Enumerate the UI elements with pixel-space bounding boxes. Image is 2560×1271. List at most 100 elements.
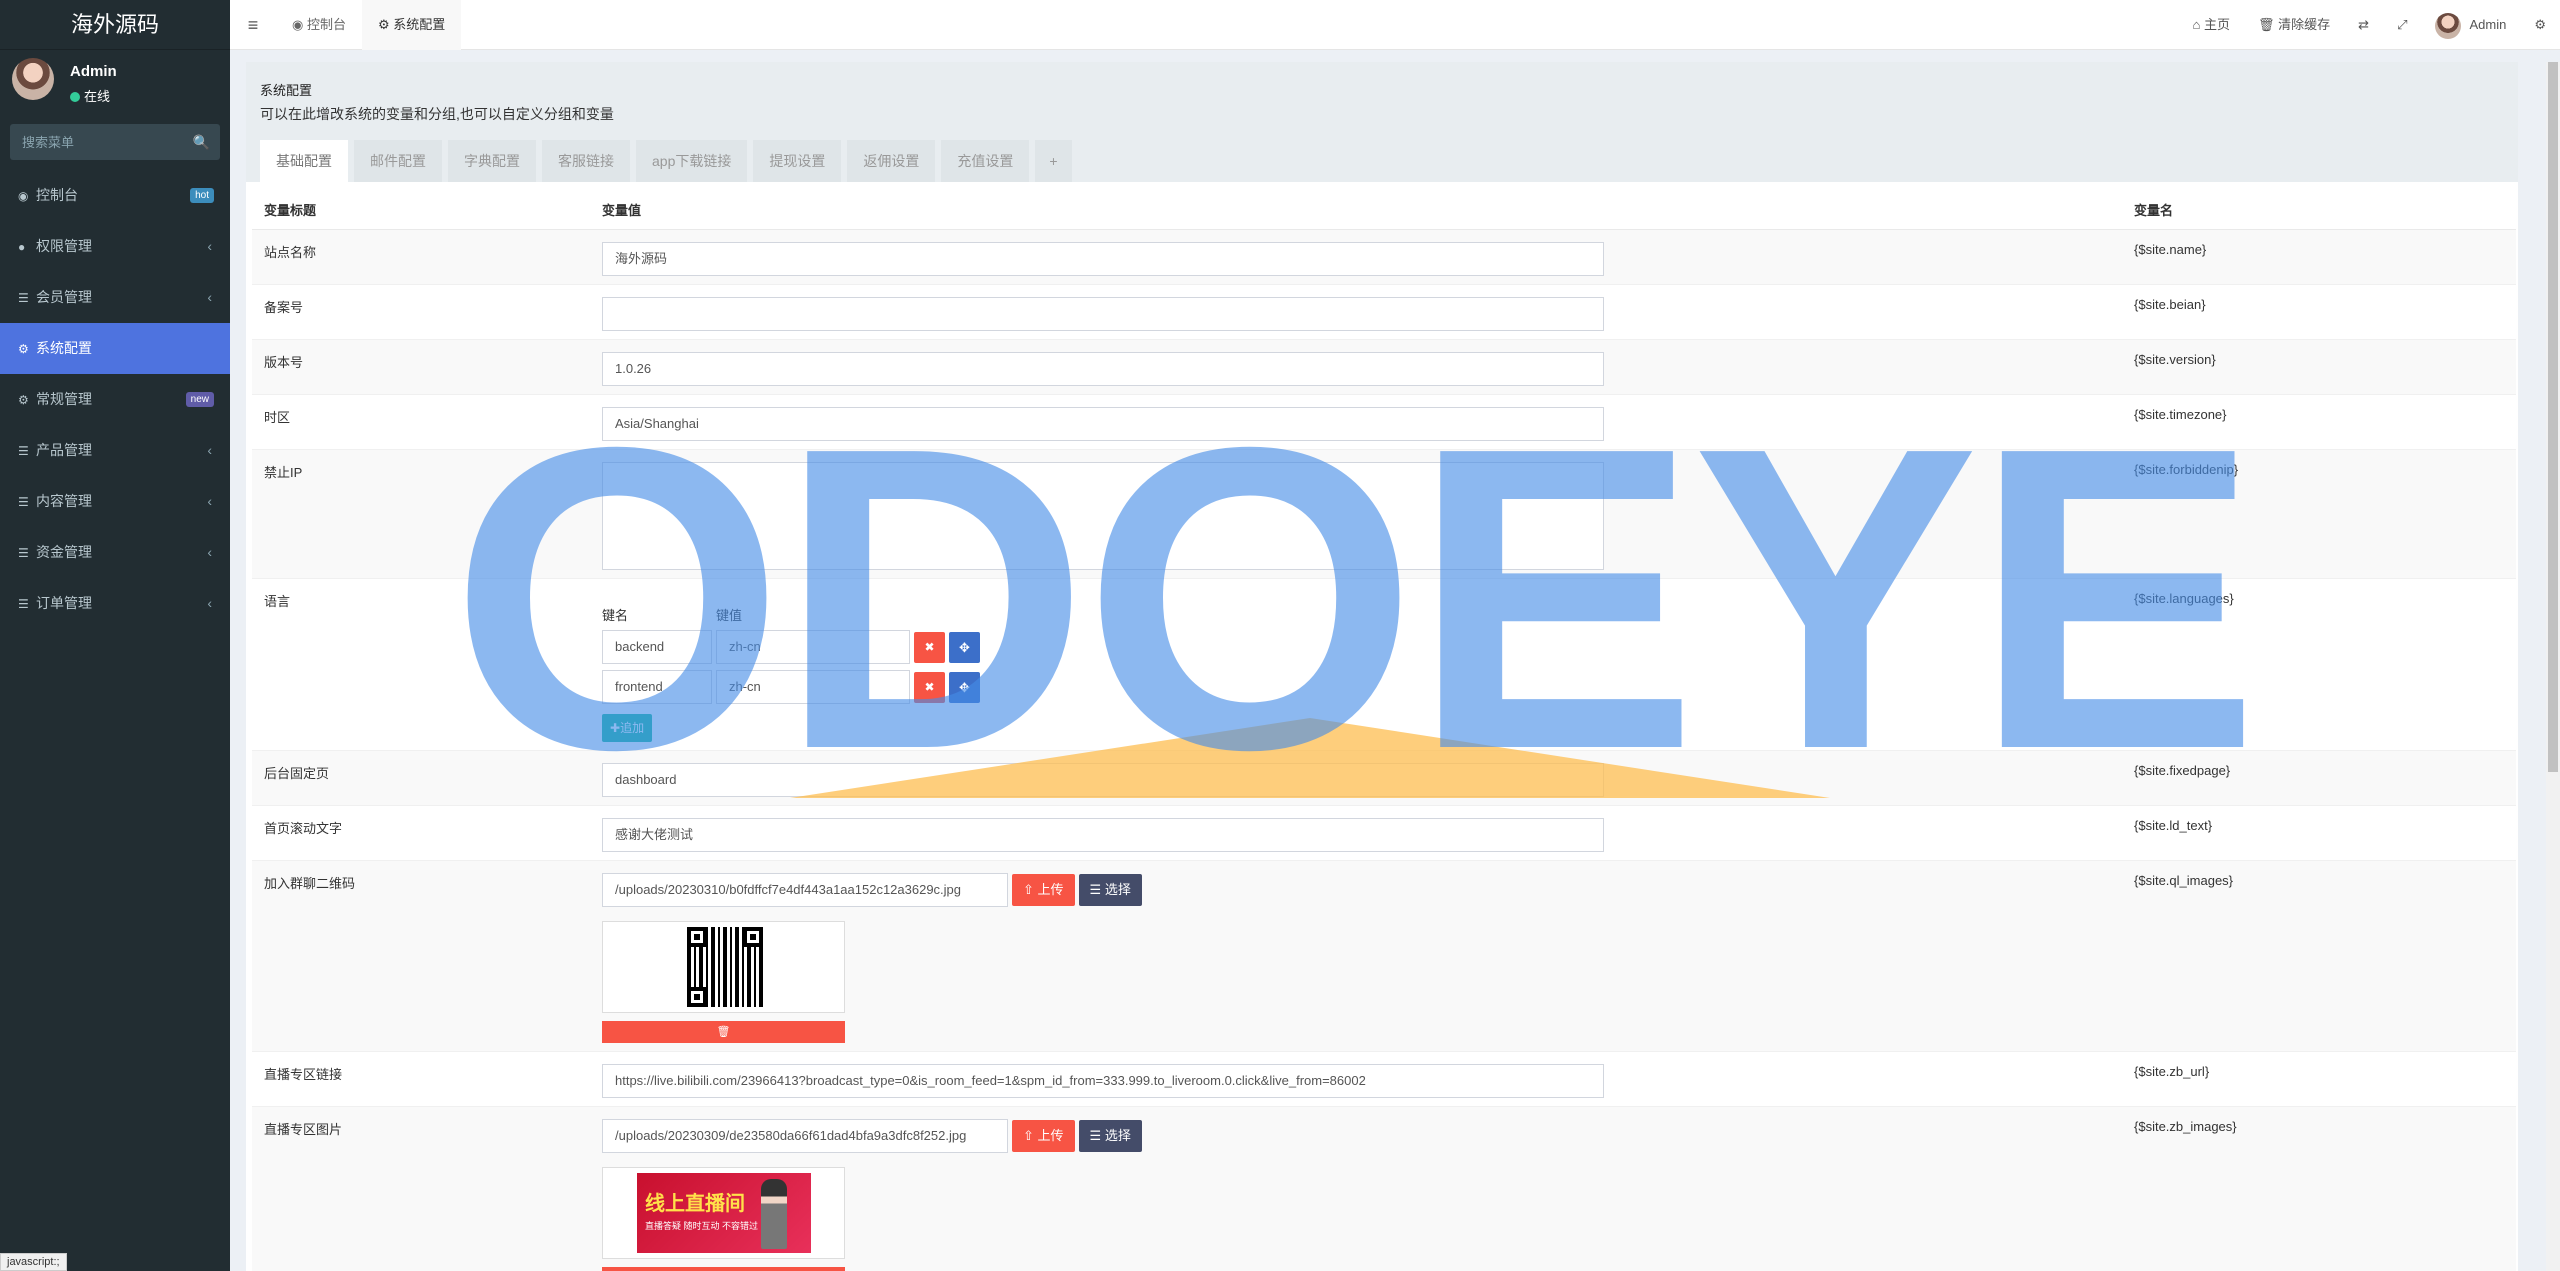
- var-name: {$site.name}: [2122, 229, 2516, 285]
- key-header: 键名: [602, 608, 629, 623]
- version-input[interactable]: 1.0.26: [602, 352, 1604, 386]
- config-tabs: 基础配置 邮件配置 字典配置 客服链接 app下载链接 提现设置 返佣设置 充值…: [260, 140, 2504, 182]
- avatar: [2435, 12, 2462, 39]
- tab-service-link[interactable]: 客服链接: [542, 140, 630, 182]
- brand-logo[interactable]: 海外源码: [0, 0, 230, 50]
- avatar: [12, 58, 54, 100]
- list-icon: ☰: [1089, 882, 1105, 897]
- gear-icon: ⚙: [377, 17, 394, 32]
- header-value: 变量值: [590, 190, 2122, 230]
- add-tab-button[interactable]: +: [1035, 140, 1072, 182]
- user-menu[interactable]: Admin: [2421, 0, 2520, 50]
- list-icon: ☰: [18, 546, 29, 560]
- qr-image-preview[interactable]: [602, 921, 845, 1013]
- table-row: 语言 键名 键值 backend zh-cn ✖ ✥ frontend zh-c…: [252, 578, 2516, 751]
- row-label: 备案号: [252, 284, 590, 340]
- tab-app-download[interactable]: app下载链接: [636, 140, 748, 182]
- beian-input[interactable]: [602, 297, 1604, 331]
- chevron-left-icon: ‹: [207, 442, 212, 458]
- value-input[interactable]: zh-cn: [716, 670, 910, 704]
- sidebar-item-products[interactable]: ☰ 产品管理 ‹: [0, 425, 230, 476]
- delete-image-button[interactable]: 🗑: [602, 1267, 845, 1271]
- presenter-figure: [761, 1179, 787, 1249]
- settings-icon[interactable]: ⚙: [2520, 0, 2560, 50]
- sidebar-item-general[interactable]: ⚙ 常规管理 new: [0, 374, 230, 425]
- tab-basic[interactable]: 基础配置: [260, 140, 348, 182]
- tab-email[interactable]: 邮件配置: [354, 140, 442, 182]
- append-button[interactable]: ✚追加: [602, 714, 653, 742]
- banner-title: 线上直播间: [645, 1193, 745, 1215]
- var-name: {$site.timezone}: [2122, 394, 2516, 450]
- kv-row: frontend zh-cn ✖ ✥: [602, 670, 2110, 704]
- live-image-preview[interactable]: 线上直播间 直播答疑 随时互动 不容错过: [602, 1167, 845, 1259]
- sidebar-item-config[interactable]: ⚙ 系统配置: [0, 323, 230, 374]
- qr-code-image: [687, 927, 763, 1007]
- row-label: 加入群聊二维码: [252, 860, 590, 1052]
- header-varname: 变量名: [2122, 190, 2516, 230]
- qr-image-path-input[interactable]: /uploads/20230310/b0fdffcf7e4df443a1aa15…: [602, 873, 1008, 907]
- nav-tab-config[interactable]: ⚙ 系统配置: [361, 0, 462, 50]
- table-row: 直播专区图片 /uploads/20230309/de23580da66f61d…: [252, 1106, 2516, 1271]
- browser-status-bar: javascript:;: [0, 1253, 67, 1271]
- sidebar-item-orders[interactable]: ☰ 订单管理 ‹: [0, 578, 230, 629]
- site-name-input[interactable]: 海外源码: [602, 242, 1604, 276]
- dashboard-icon: ◉: [292, 17, 307, 32]
- sidebar-menu: ◉ 控制台 hot ● 权限管理 ‹ ☰ 会员管理 ‹ ⚙ 系统配置 ⚙ 常规管理 new ☰ 产品…: [0, 170, 230, 629]
- drag-handle-icon[interactable]: ✥: [949, 631, 980, 663]
- drag-handle-icon[interactable]: ✥: [949, 671, 980, 703]
- forbidden-ip-textarea[interactable]: [602, 462, 1604, 570]
- menu-toggle-icon[interactable]: ≡: [230, 15, 276, 36]
- select-button[interactable]: ☰ 选择: [1078, 1120, 1142, 1152]
- page-scrollbar[interactable]: [2546, 62, 2560, 1271]
- home-link[interactable]: ⌂ 主页: [2179, 0, 2244, 50]
- home-icon: ⌂: [2192, 17, 2205, 32]
- kv-header: 键名 键值: [602, 605, 2110, 624]
- search-icon[interactable]: 🔍: [193, 134, 210, 151]
- value-input[interactable]: zh-cn: [716, 630, 910, 664]
- clear-cache-link[interactable]: 🗑 清除缓存: [2244, 0, 2344, 50]
- language-icon[interactable]: ⇄: [2344, 0, 2383, 50]
- nav-tab-dashboard[interactable]: ◉ 控制台: [276, 0, 362, 50]
- remove-row-button[interactable]: ✖: [914, 631, 945, 663]
- var-name: {$site.zb_url}: [2122, 1051, 2516, 1107]
- row-label: 后台固定页: [252, 750, 590, 806]
- sidebar-item-funds[interactable]: ☰ 资金管理 ‹: [0, 527, 230, 578]
- upload-button[interactable]: ⇧ 上传: [1012, 874, 1075, 906]
- scroll-text-input[interactable]: 感谢大佬测试: [602, 818, 1604, 852]
- sidebar-item-content[interactable]: ☰ 内容管理 ‹: [0, 476, 230, 527]
- file-row: /uploads/20230309/de23580da66f61dad4bfa9…: [602, 1119, 2110, 1153]
- sidebar-item-dashboard[interactable]: ◉ 控制台 hot: [0, 170, 230, 221]
- fullscreen-icon[interactable]: ⤢: [2383, 0, 2421, 50]
- plus-icon: ✚: [610, 721, 621, 735]
- menu-search-input[interactable]: [10, 124, 220, 160]
- delete-image-button[interactable]: 🗑: [602, 1021, 845, 1043]
- table-row: 站点名称 海外源码 {$site.name}: [252, 229, 2516, 285]
- value-header: 键值: [716, 608, 743, 623]
- chevron-left-icon: ‹: [207, 493, 212, 509]
- live-url-input[interactable]: https://live.bilibili.com/23966413?broad…: [602, 1064, 1604, 1098]
- fixedpage-input[interactable]: dashboard: [602, 763, 1604, 797]
- tab-withdraw[interactable]: 提现设置: [753, 140, 842, 182]
- select-button[interactable]: ☰ 选择: [1078, 874, 1142, 906]
- timezone-input[interactable]: Asia/Shanghai: [602, 407, 1604, 441]
- page-title: 系统配置: [260, 83, 313, 98]
- sidebar-item-auth[interactable]: ● 权限管理 ‹: [0, 221, 230, 272]
- scrollbar-thumb[interactable]: [2548, 62, 2558, 772]
- panel-heading: 系统配置 可以在此增改系统的变量和分组,也可以自定义分组和变量 基础配置 邮件配…: [246, 62, 2518, 182]
- key-input[interactable]: frontend: [602, 670, 712, 704]
- sidebar-item-members[interactable]: ☰ 会员管理 ‹: [0, 272, 230, 323]
- live-image-path-input[interactable]: /uploads/20230309/de23580da66f61dad4bfa9…: [602, 1119, 1008, 1153]
- tab-dictionary[interactable]: 字典配置: [448, 140, 536, 182]
- table-row: 禁止IP {$site.forbiddenip}: [252, 449, 2516, 579]
- config-table: 变量标题 变量值 变量名 站点名称 海外源码 {$site.name} 备案号 …: [252, 190, 2516, 1271]
- main-content: 系统配置 可以在此增改系统的变量和分组,也可以自定义分组和变量 基础配置 邮件配…: [246, 62, 2518, 1271]
- remove-row-button[interactable]: ✖: [914, 671, 945, 703]
- key-input[interactable]: backend: [602, 630, 712, 664]
- trash-icon: 🗑: [2258, 17, 2279, 32]
- row-label: 语言: [252, 578, 590, 751]
- top-navbar: ≡ ◉ 控制台 ⚙ 系统配置 ⌂ 主页 🗑 清除缓存 ⇄ ⤢ Admin ⚙: [230, 0, 2560, 50]
- tab-recharge[interactable]: 充值设置: [941, 140, 1030, 182]
- tab-commission[interactable]: 返佣设置: [847, 140, 936, 182]
- upload-icon: ⇧: [1023, 1128, 1038, 1143]
- upload-button[interactable]: ⇧ 上传: [1012, 1120, 1075, 1152]
